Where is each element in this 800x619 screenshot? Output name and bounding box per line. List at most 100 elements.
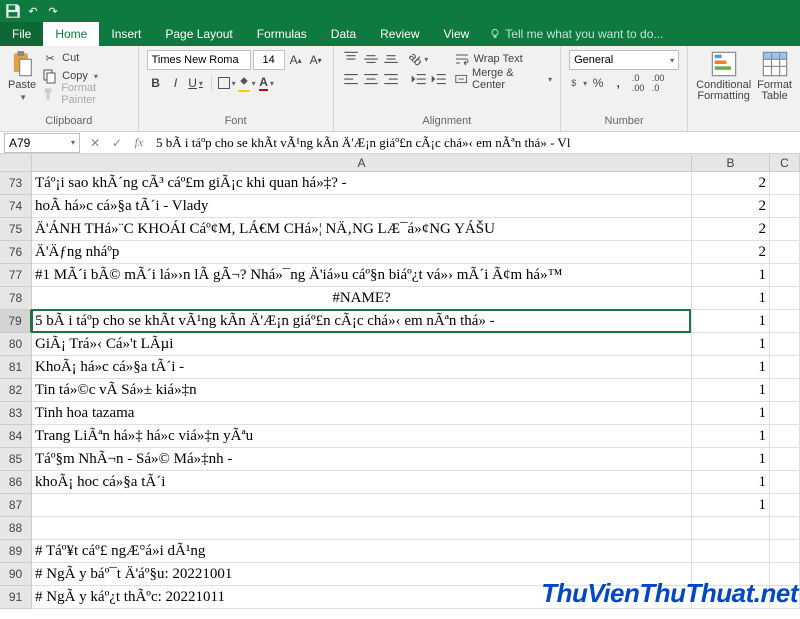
undo-icon[interactable]: ↶ (24, 2, 42, 20)
row-header[interactable]: 85 (0, 448, 32, 471)
cell[interactable]: #1 MÃ´i bÃ© mÃ´i lá»›n lÃ gÃ¬? Nhá»¯ng Ä… (32, 264, 692, 287)
cell[interactable] (32, 494, 692, 517)
tab-page-layout[interactable]: Page Layout (153, 22, 244, 46)
row-header[interactable]: 79 (0, 310, 32, 333)
row-header[interactable]: 89 (0, 540, 32, 563)
col-header-a[interactable]: A (32, 154, 692, 172)
row-header[interactable]: 76 (0, 241, 32, 264)
cell[interactable] (770, 264, 800, 287)
cell[interactable]: 1 (692, 379, 770, 402)
cell[interactable] (770, 195, 800, 218)
align-left-button[interactable] (342, 70, 360, 88)
cell[interactable] (770, 172, 800, 195)
row-header[interactable]: 74 (0, 195, 32, 218)
cell[interactable] (770, 494, 800, 517)
format-table-button[interactable]: Format Table (757, 50, 792, 102)
cell[interactable]: Táº¡i sao khÃ´ng cÃ³ cáº£m giÃ¡c khi qua… (32, 172, 692, 195)
save-icon[interactable] (4, 2, 22, 20)
tab-home[interactable]: Home (43, 22, 99, 46)
cell[interactable]: Tin tá»©c vÃ Sá»± kiá»‡n (32, 379, 692, 402)
cell[interactable]: 1 (692, 402, 770, 425)
tab-view[interactable]: View (432, 22, 482, 46)
decrease-font-button[interactable]: A▾ (307, 51, 325, 69)
cancel-formula-button[interactable]: ✕ (84, 133, 106, 153)
increase-indent-button[interactable] (430, 70, 448, 88)
formula-bar[interactable]: 5 bÃ i táº­p cho se khÃ­t vÃ¹ng kÃ­n Ä'Æ… (150, 135, 800, 151)
cell[interactable]: 1 (692, 333, 770, 356)
bold-button[interactable]: B (147, 74, 165, 92)
row-header[interactable]: 84 (0, 425, 32, 448)
row-header[interactable]: 75 (0, 218, 32, 241)
cell[interactable] (32, 517, 692, 540)
col-header-b[interactable]: B (692, 154, 770, 172)
cell[interactable]: 2 (692, 218, 770, 241)
cell[interactable] (770, 448, 800, 471)
font-size-combo[interactable]: 14 (253, 50, 285, 70)
merge-center-button[interactable]: Merge & Center▾ (454, 71, 553, 87)
cell[interactable]: 1 (692, 310, 770, 333)
cell[interactable] (770, 333, 800, 356)
cell[interactable]: 2 (692, 241, 770, 264)
row-header[interactable]: 78 (0, 287, 32, 310)
cell[interactable]: Ä'Äƒng nháº­p (32, 241, 692, 264)
name-box[interactable]: A79▾ (4, 133, 80, 153)
align-bottom-button[interactable] (382, 50, 400, 68)
cell[interactable]: hoÃ há»c cá»§a tÃ´i - Vlady (32, 195, 692, 218)
decrease-decimal-button[interactable]: .00.0 (649, 74, 667, 92)
row-header[interactable]: 77 (0, 264, 32, 287)
cell[interactable]: Trang LiÃªn há»‡ há»c viá»‡n yÃªu (32, 425, 692, 448)
row-header[interactable]: 80 (0, 333, 32, 356)
accounting-button[interactable]: $▾ (569, 74, 587, 92)
tab-file[interactable]: File (0, 22, 43, 46)
cell[interactable] (770, 425, 800, 448)
percent-button[interactable]: % (589, 74, 607, 92)
redo-icon[interactable]: ↷ (44, 2, 62, 20)
wrap-text-button[interactable]: Wrap Text (454, 51, 553, 67)
cell[interactable]: 1 (692, 287, 770, 310)
cell[interactable]: 1 (692, 494, 770, 517)
align-right-button[interactable] (382, 70, 400, 88)
increase-font-button[interactable]: A▴ (287, 51, 305, 69)
underline-button[interactable]: U▾ (187, 74, 205, 92)
paste-button[interactable]: Paste ▼ (8, 50, 36, 102)
row-header[interactable]: 73 (0, 172, 32, 195)
orientation-button[interactable]: ab▾ (410, 50, 428, 68)
align-center-button[interactable] (362, 70, 380, 88)
fill-color-button[interactable]: ▾ (238, 74, 256, 92)
cell[interactable]: Táº§m NhÃ¬n - Sá»© Má»‡nh - (32, 448, 692, 471)
cell[interactable]: # Táº¥t cáº£ ngÆ°á»i dÃ¹ng (32, 540, 692, 563)
row-header[interactable]: 88 (0, 517, 32, 540)
col-header-c[interactable]: C (770, 154, 800, 172)
cell[interactable]: 1 (692, 356, 770, 379)
cell[interactable] (770, 241, 800, 264)
cell[interactable] (692, 517, 770, 540)
cell[interactable]: 1 (692, 448, 770, 471)
cell[interactable]: 2 (692, 195, 770, 218)
row-header[interactable]: 87 (0, 494, 32, 517)
number-format-combo[interactable]: General▾ (569, 50, 679, 70)
cell[interactable] (770, 218, 800, 241)
cut-button[interactable]: ✂Cut (42, 50, 129, 66)
cell[interactable]: Tinh hoa tazama (32, 402, 692, 425)
cell[interactable] (770, 356, 800, 379)
row-header[interactable]: 83 (0, 402, 32, 425)
tab-review[interactable]: Review (368, 22, 431, 46)
cell[interactable]: 5 bÃ i táº­p cho se khÃ­t vÃ¹ng kÃ­n Ä'Æ… (32, 310, 692, 333)
cell[interactable] (770, 540, 800, 563)
cell[interactable]: 1 (692, 471, 770, 494)
borders-button[interactable]: ▾ (218, 74, 236, 92)
cell[interactable] (770, 402, 800, 425)
font-name-combo[interactable]: Times New Roma (147, 50, 251, 70)
cell[interactable]: 1 (692, 264, 770, 287)
enter-formula-button[interactable]: ✓ (106, 133, 128, 153)
cell[interactable] (770, 471, 800, 494)
cell[interactable] (770, 517, 800, 540)
tab-data[interactable]: Data (319, 22, 368, 46)
cell[interactable] (770, 379, 800, 402)
cell[interactable]: Ä'ÁNH THá»¨C KHOÁI Cáº¢M, LÁ€M CHá»¦ NÄ‚… (32, 218, 692, 241)
tab-formulas[interactable]: Formulas (245, 22, 319, 46)
cell[interactable]: GiÃ¡ Trá»‹ Cá»'t LÃµi (32, 333, 692, 356)
format-painter-button[interactable]: Format Painter (42, 86, 129, 102)
cell[interactable]: 1 (692, 425, 770, 448)
row-header[interactable]: 90 (0, 563, 32, 586)
